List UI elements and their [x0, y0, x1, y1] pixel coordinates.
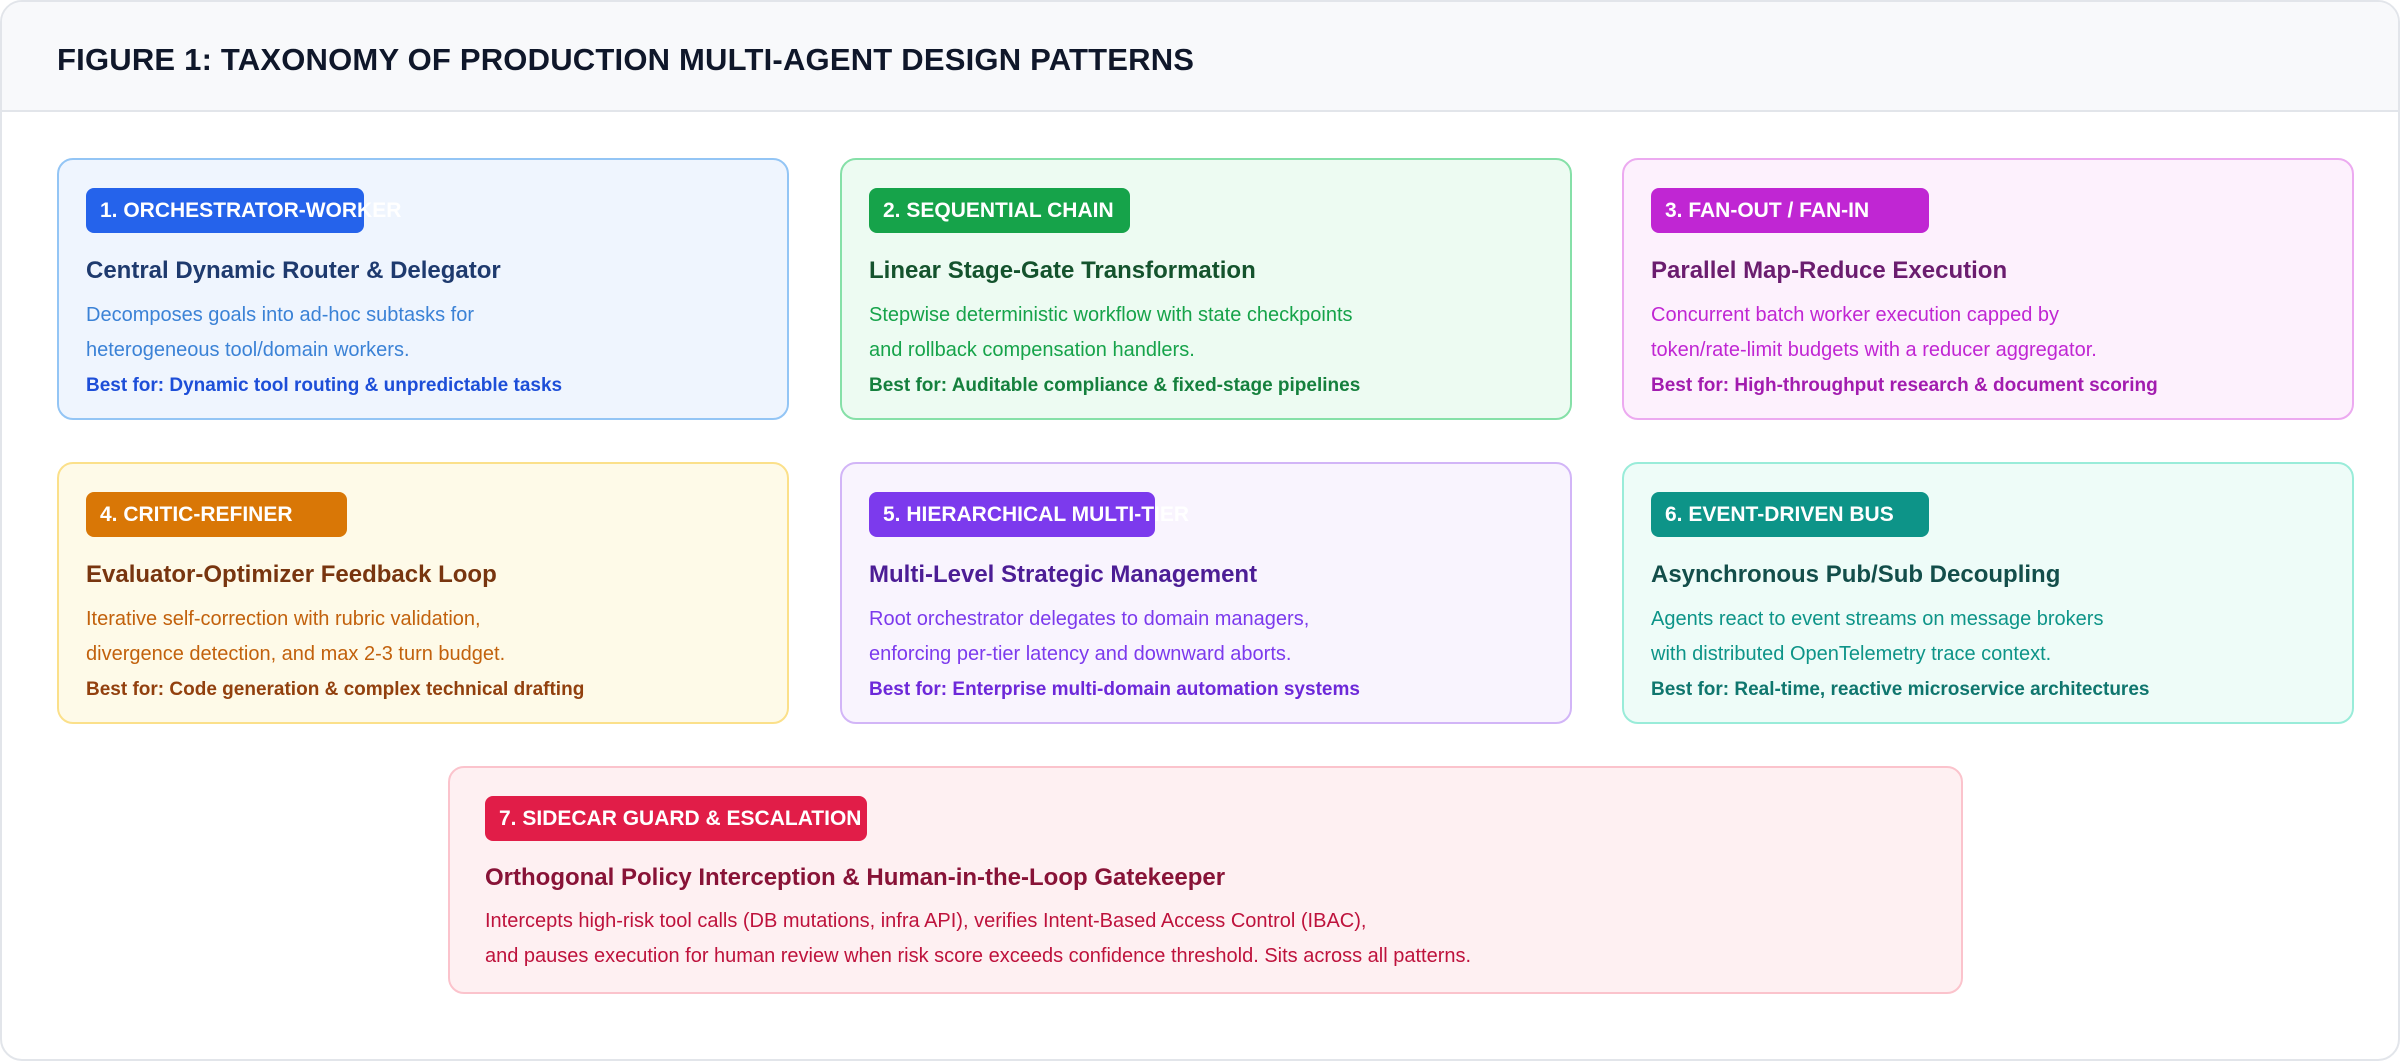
pattern-best-for: Best for: Real-time, reactive microservi… [1651, 679, 2150, 700]
pattern-badge: 3. FAN-OUT / FAN-IN [1651, 188, 1929, 233]
description-line: Concurrent batch worker execution capped… [1651, 304, 2060, 326]
pattern-best-for: Best for: Enterprise multi-domain automa… [869, 679, 1360, 700]
pattern-best-for: Best for: Code generation & complex tech… [86, 679, 585, 700]
pattern-card-critic-refiner: 4. CRITIC-REFINER Evaluator-Optimizer Fe… [57, 462, 789, 724]
figure-header: FIGURE 1: TAXONOMY OF PRODUCTION MULTI-A… [2, 2, 2398, 112]
pattern-description: Intercepts high-risk tool calls (DB muta… [485, 904, 1471, 974]
description-line: Iterative self-correction with rubric va… [86, 608, 481, 630]
pattern-badge: 1. ORCHESTRATOR-WORKER [86, 188, 401, 233]
description-line: Agents react to event streams on message… [1651, 608, 2104, 630]
pattern-title: Linear Stage-Gate Transformation [869, 257, 1256, 284]
description-line: with distributed OpenTelemetry trace con… [1651, 643, 2052, 665]
pattern-description: Root orchestrator delegates to domain ma… [869, 602, 1309, 672]
pattern-title: Evaluator-Optimizer Feedback Loop [86, 561, 497, 588]
pattern-title: Central Dynamic Router & Delegator [86, 257, 501, 284]
pattern-description: Concurrent batch worker execution capped… [1651, 298, 2097, 368]
pattern-title: Orthogonal Policy Interception & Human-i… [485, 864, 1226, 891]
pattern-card-sequential-chain: 2. SEQUENTIAL CHAIN Linear Stage-Gate Tr… [840, 158, 1572, 420]
pattern-description: Decomposes goals into ad-hoc subtasks fo… [86, 298, 474, 368]
pattern-card-fan-out-fan-in: 3. FAN-OUT / FAN-IN Parallel Map-Reduce … [1622, 158, 2354, 420]
figure-frame: FIGURE 1: TAXONOMY OF PRODUCTION MULTI-A… [0, 0, 2400, 1061]
pattern-best-for: Best for: Auditable compliance & fixed-s… [869, 375, 1361, 396]
pattern-badge: 2. SEQUENTIAL CHAIN [869, 188, 1130, 233]
pattern-badge: 6. EVENT-DRIVEN BUS [1651, 492, 1929, 537]
pattern-card-event-driven-bus: 6. EVENT-DRIVEN BUS Asynchronous Pub/Sub… [1622, 462, 2354, 724]
pattern-card-orchestrator-worker: 1. ORCHESTRATOR-WORKER Central Dynamic R… [57, 158, 789, 420]
pattern-badge: 4. CRITIC-REFINER [86, 492, 347, 537]
description-line: Decomposes goals into ad-hoc subtasks fo… [86, 304, 474, 326]
pattern-card-hierarchical-multi-tier: 5. HIERARCHICAL MULTI-TIER Multi-Level S… [840, 462, 1572, 724]
description-line: Stepwise deterministic workflow with sta… [869, 304, 1353, 326]
pattern-badge: 5. HIERARCHICAL MULTI-TIER [869, 492, 1189, 537]
pattern-description: Stepwise deterministic workflow with sta… [869, 298, 1353, 368]
pattern-title: Parallel Map-Reduce Execution [1651, 257, 2008, 284]
pattern-title: Asynchronous Pub/Sub Decoupling [1651, 561, 2061, 588]
description-line: divergence detection, and max 2-3 turn b… [86, 643, 506, 665]
pattern-best-for: Best for: High-throughput research & doc… [1651, 375, 2158, 396]
pattern-description: Iterative self-correction with rubric va… [86, 602, 505, 672]
description-line: enforcing per-tier latency and downward … [869, 643, 1292, 665]
pattern-description: Agents react to event streams on message… [1651, 602, 2103, 672]
pattern-card-sidecar-guard: 7. SIDECAR GUARD & ESCALATION Orthogonal… [448, 766, 1963, 994]
description-line: token/rate-limit budgets with a reducer … [1651, 339, 2097, 361]
figure-title: FIGURE 1: TAXONOMY OF PRODUCTION MULTI-A… [57, 42, 1195, 77]
description-line: and pauses execution for human review wh… [485, 945, 1472, 967]
description-line: heterogeneous tool/domain workers. [86, 339, 410, 361]
description-line: Root orchestrator delegates to domain ma… [869, 608, 1310, 630]
description-line: Intercepts high-risk tool calls (DB muta… [485, 910, 1367, 932]
description-line: and rollback compensation handlers. [869, 339, 1195, 361]
pattern-best-for: Best for: Dynamic tool routing & unpredi… [86, 375, 563, 396]
pattern-badge: 7. SIDECAR GUARD & ESCALATION [485, 796, 867, 841]
pattern-title: Multi-Level Strategic Management [869, 561, 1258, 588]
